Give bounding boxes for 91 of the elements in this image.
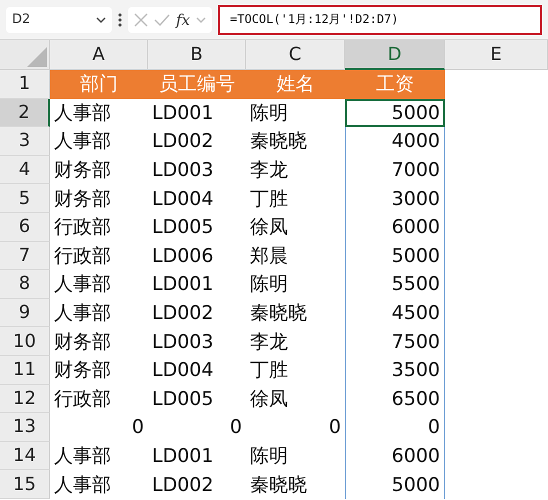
table-cell-text: 0	[228, 415, 243, 440]
row-header[interactable]: 13	[0, 413, 50, 442]
table-cell-text: 财务部	[53, 330, 112, 355]
table-cell: 6500	[345, 384, 445, 414]
table-cell-text: 秦晓晓	[249, 472, 308, 498]
check-icon[interactable]	[154, 14, 170, 26]
table-cell-text: LD005	[151, 386, 214, 412]
row-header[interactable]: 12	[0, 384, 50, 414]
table-cell-text: LD002	[151, 129, 214, 154]
table-cell-text: LD003	[151, 158, 214, 184]
row-header[interactable]: 14	[0, 442, 50, 470]
table-cell-text: 丁胜	[249, 186, 289, 212]
row-header[interactable]: 7	[0, 242, 50, 270]
table-cell-text: 陈明	[249, 272, 289, 298]
table-cell: 5500	[345, 270, 445, 299]
column-header[interactable]: B	[148, 40, 246, 70]
name-box[interactable]: D2	[6, 6, 112, 32]
row-header[interactable]: 15	[0, 470, 50, 499]
chevron-down-icon	[196, 16, 206, 22]
table-cell: 5000	[345, 98, 445, 128]
row-header[interactable]: 6	[0, 212, 50, 242]
cancel-icon[interactable]	[134, 12, 148, 26]
table-cell: 5000	[345, 470, 445, 499]
table-cell: 0	[345, 413, 445, 442]
column-header[interactable]: C	[246, 40, 345, 70]
table-cell-text: LD001	[151, 100, 214, 126]
formula-field[interactable]: =TOCOL('1月:12月'!D2:D7)	[218, 4, 542, 34]
more-options-icon[interactable]	[118, 12, 122, 26]
row-header[interactable]: 4	[0, 156, 50, 184]
table-cell-text: LD003	[151, 330, 214, 355]
table-cell: 4500	[345, 298, 445, 328]
table-cell-text: 人事部	[53, 472, 112, 498]
table-cell-text: LD001	[151, 272, 214, 298]
table-cell-text: 李龙	[249, 158, 289, 184]
table-cell-text: 秦晓晓	[249, 129, 308, 154]
table-cell: 7500	[345, 327, 445, 356]
row-header[interactable]: 3	[0, 127, 50, 156]
row-header[interactable]: 2	[0, 98, 50, 128]
table-cell-text: LD001	[151, 444, 214, 470]
table-cell-text: 财务部	[53, 186, 112, 212]
header-cell: 员工编号	[148, 70, 246, 99]
row-header[interactable]: 10	[0, 327, 50, 356]
column-header[interactable]: D	[345, 40, 445, 70]
insert-function-button[interactable]: fx	[176, 10, 190, 28]
table-cell: 7000	[345, 156, 445, 184]
table-cell: 5000	[345, 242, 445, 270]
table-cell-text: LD004	[151, 186, 214, 212]
table-cell-text: 0	[130, 415, 145, 440]
table-cell-text: LD006	[151, 244, 214, 269]
table-cell-text: 秦晓晓	[249, 301, 308, 326]
table-cell-text: 财务部	[53, 358, 112, 384]
table-cell-text: 陈明	[249, 444, 289, 470]
table-cell-text: 人事部	[53, 444, 112, 470]
table-cell-text: 人事部	[53, 301, 112, 326]
table-cell: 3000	[345, 184, 445, 213]
select-all-corner[interactable]	[0, 40, 50, 70]
table-cell-text: 0	[328, 415, 342, 440]
row-header[interactable]: 9	[0, 298, 50, 328]
row-header[interactable]: 11	[0, 356, 50, 385]
table-cell-text: 行政部	[53, 386, 112, 412]
table-cell-text: 人事部	[53, 272, 112, 298]
table-cell-text: 人事部	[53, 100, 112, 126]
header-cell: 姓名	[246, 70, 345, 99]
table-cell-text: 丁胜	[249, 358, 289, 384]
table-cell-text: 郑晨	[249, 244, 289, 269]
table-cell-text: LD002	[151, 472, 214, 498]
table-cell-text: 人事部	[53, 129, 112, 154]
column-header[interactable]: E	[445, 40, 548, 70]
table-cell-text: 徐凤	[249, 215, 289, 240]
table-cell: 3500	[345, 356, 445, 385]
triangle-icon	[25, 45, 49, 69]
table-cell-text: 李龙	[249, 330, 289, 355]
chevron-down-icon	[96, 16, 106, 22]
row-header[interactable]: 8	[0, 270, 50, 299]
header-cell: 工资	[345, 70, 445, 99]
table-cell-text: LD005	[151, 215, 214, 240]
row-header[interactable]: 1	[0, 70, 50, 99]
column-header[interactable]: A	[50, 40, 148, 70]
table-cell-text: 陈明	[249, 100, 289, 126]
row-header[interactable]: 5	[0, 184, 50, 213]
table-cell-text: LD004	[151, 358, 214, 384]
table-cell: 6000	[345, 442, 445, 470]
table-cell: 6000	[345, 212, 445, 242]
table-cell-text: 行政部	[53, 244, 112, 269]
table-cell: 4000	[345, 127, 445, 156]
table-cell-text: 财务部	[53, 158, 112, 184]
cell-reference: D2	[12, 12, 30, 27]
table-cell-text: LD002	[151, 301, 214, 326]
table-cell-text: 行政部	[53, 215, 112, 240]
table-cell-text: 徐凤	[249, 386, 289, 412]
header-cell: 部门	[50, 70, 148, 99]
